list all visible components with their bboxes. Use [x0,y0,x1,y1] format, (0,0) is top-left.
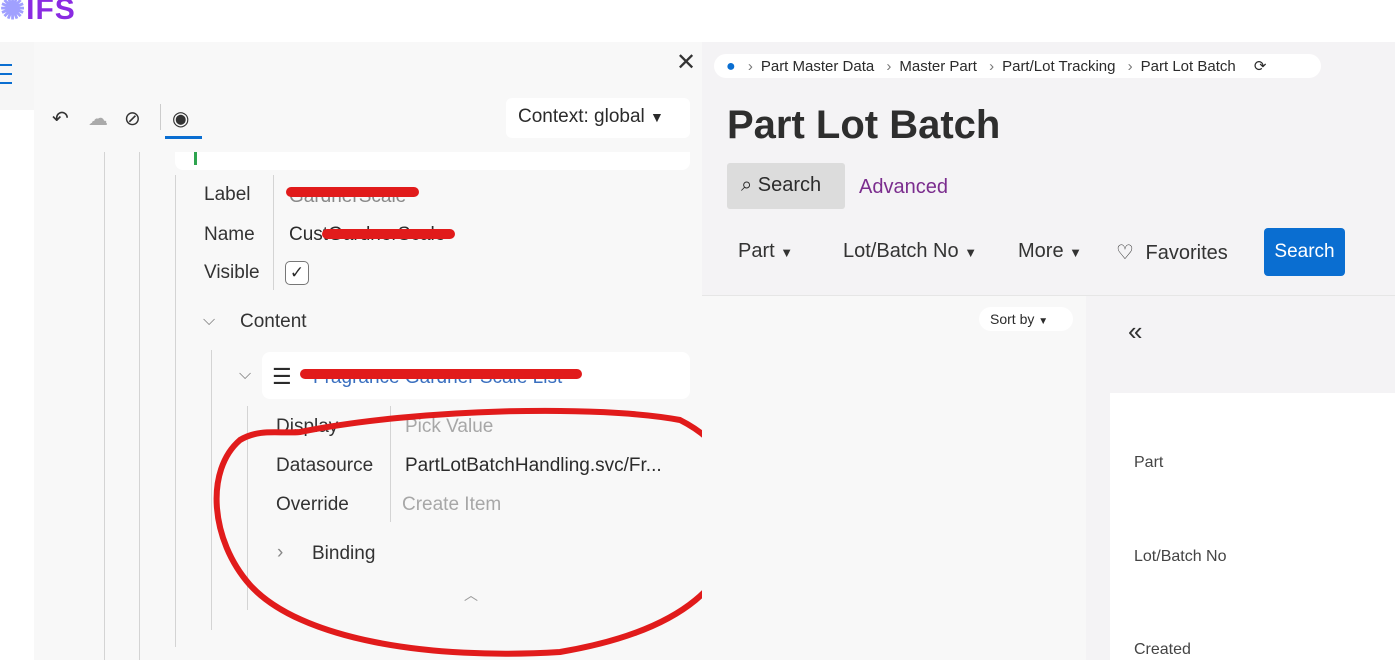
search-button[interactable]: Search [1264,228,1345,276]
caret-down-icon: ▼ [964,245,978,260]
filter-part[interactable]: Part ▼ [738,240,793,263]
breadcrumb-item[interactable]: Part Master Data [761,58,874,75]
filter-lot-batch-no[interactable]: Lot/Batch No ▼ [843,240,977,263]
tab-search[interactable]: ⌕ Search [727,163,845,209]
detail-card [1110,393,1395,660]
tab-advanced[interactable]: Advanced [859,176,948,199]
search-icon: ⌕ [741,174,753,196]
sort-by-dropdown[interactable]: Sort by ▼ [979,307,1073,331]
caret-down-icon: ▼ [1038,316,1049,327]
breadcrumb-item[interactable]: Part Lot Batch [1141,58,1236,75]
field-label-part: Part [1134,454,1164,471]
results-list [702,296,1086,660]
field-label-lot-batch-no: Lot/Batch No [1134,548,1227,565]
heart-icon: ♡ [1116,242,1134,264]
collapse-panel-icon[interactable]: « [1128,316,1142,347]
breadcrumb-item[interactable]: Part/Lot Tracking [1002,58,1115,75]
field-label-created: Created [1134,641,1191,658]
page-title: Part Lot Batch [727,103,1001,147]
caret-down-icon: ▼ [780,245,794,260]
home-icon[interactable]: ● [726,58,736,75]
breadcrumb: ● › Part Master Data › Master Part › Part/L… [714,54,1321,78]
filter-more[interactable]: More ▼ [1018,240,1082,263]
tab-search-label: Search [757,174,822,196]
favorites-button[interactable]: ♡ Favorites [1116,240,1228,265]
caret-down-icon: ▼ [1069,245,1083,260]
breadcrumb-item[interactable]: Master Part [899,58,977,75]
refresh-icon[interactable]: ⟳ [1254,58,1267,75]
